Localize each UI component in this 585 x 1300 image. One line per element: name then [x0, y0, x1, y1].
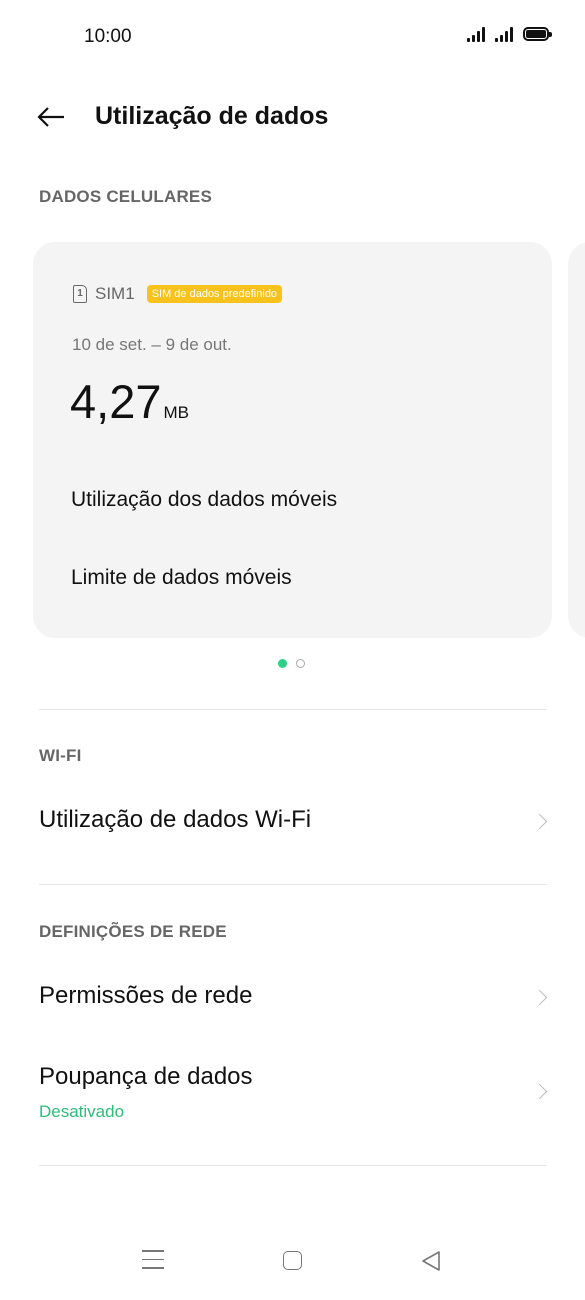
divider: [39, 709, 547, 710]
status-icons: [467, 26, 552, 42]
page-title: Utilização de dados: [95, 102, 329, 130]
default-data-sim-badge: SIM de dados predefinido: [146, 285, 283, 303]
page-indicator: [278, 659, 305, 668]
page-dot-inactive[interactable]: [296, 659, 305, 668]
section-label-cellular: DADOS CELULARES: [39, 187, 213, 206]
navigation-bar: [0, 1230, 585, 1290]
wifi-data-usage-item[interactable]: Utilização de dados Wi-Fi: [0, 790, 585, 854]
header: Utilização de dados: [0, 90, 585, 146]
chevron-right-icon: [531, 989, 548, 1006]
wifi-data-usage-label: Utilização de dados Wi-Fi: [39, 806, 312, 833]
divider: [39, 884, 547, 885]
sim-data-card: 1 SIM1 SIM de dados predefinido 10 de se…: [33, 242, 552, 638]
next-card-peek[interactable]: [568, 242, 585, 638]
network-permissions-item[interactable]: Permissões de rede: [0, 966, 585, 1030]
data-saver-status: Desativado: [39, 1102, 125, 1121]
usage-value: 4,27: [70, 375, 162, 428]
network-permissions-label: Permissões de rede: [39, 982, 253, 1009]
sim-row: 1 SIM1 SIM de dados predefinido: [73, 284, 283, 304]
back-triangle-icon[interactable]: [420, 1250, 442, 1272]
billing-period: 10 de set. – 9 de out.: [72, 335, 232, 354]
page-dot-active[interactable]: [278, 659, 287, 668]
usage-unit: MB: [163, 403, 189, 422]
arrow-left-icon[interactable]: [34, 102, 68, 132]
data-usage: 4,27 MB: [70, 374, 189, 429]
menu-icon[interactable]: [142, 1250, 164, 1276]
chevron-right-icon: [531, 1083, 548, 1100]
divider: [39, 1165, 547, 1166]
status-bar: 10:00: [0, 0, 585, 76]
sim-label: SIM1: [95, 284, 135, 303]
home-icon[interactable]: [283, 1251, 302, 1270]
section-label-wifi: WI-FI: [39, 746, 82, 765]
section-label-network: DEFINIÇÕES DE REDE: [39, 922, 227, 941]
battery-icon: [523, 27, 552, 41]
sim-card-icon: 1: [73, 285, 87, 303]
data-saver-label: Poupança de dados: [39, 1063, 253, 1090]
status-time: 10:00: [84, 26, 132, 47]
data-saver-item[interactable]: Poupança de dados Desativado: [0, 1046, 585, 1136]
signal-sim1-icon: [467, 26, 485, 42]
chevron-right-icon: [531, 813, 548, 830]
mobile-data-usage-link[interactable]: Utilização dos dados móveis: [71, 488, 337, 512]
signal-sim2-icon: [495, 26, 513, 42]
mobile-data-limit-link[interactable]: Limite de dados móveis: [71, 566, 292, 590]
